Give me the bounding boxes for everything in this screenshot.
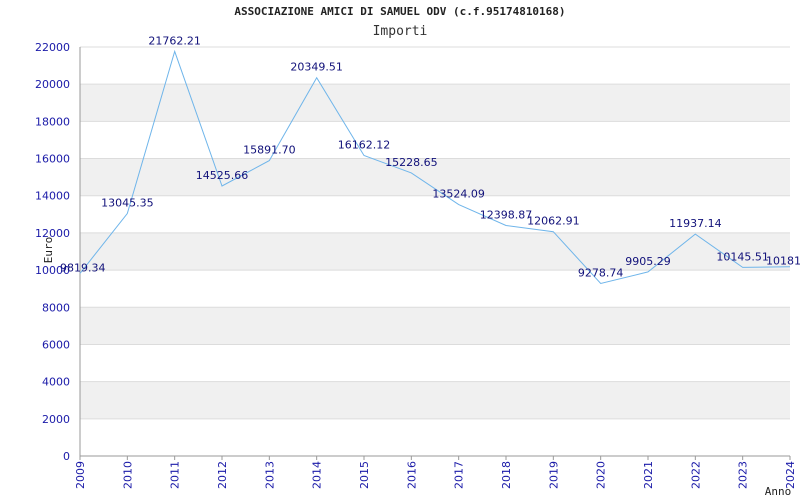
y-tick-label: 14000 — [35, 190, 70, 203]
grid-band — [80, 381, 790, 419]
x-tick-label: 2023 — [737, 461, 750, 489]
x-tick-label: 2016 — [405, 461, 418, 489]
data-label: 15228.65 — [385, 156, 438, 169]
data-label: 9819.34 — [60, 261, 106, 274]
x-tick-label: 2021 — [642, 461, 655, 489]
data-label: 15891.70 — [243, 144, 296, 157]
x-tick-label: 2014 — [311, 461, 324, 489]
x-tick-labels: 2009 2010 2011 2012 2013 2014 2015 2016 2017 2018… — [74, 461, 797, 489]
y-tick-label: 4000 — [42, 376, 70, 389]
data-label: 12062.91 — [527, 215, 580, 228]
grid-band — [80, 307, 790, 345]
data-label: 14525.66 — [196, 169, 249, 182]
line-chart: 0200040006000800010000120001400016000180… — [35, 34, 800, 498]
data-label: 13045.35 — [101, 196, 154, 209]
data-label: 12398.87 — [480, 208, 533, 221]
x-tick-label: 2013 — [263, 461, 276, 489]
grid-bands — [80, 84, 790, 419]
y-tick-label: 18000 — [35, 115, 70, 128]
y-tick-label: 20000 — [35, 78, 70, 91]
x-tick-label: 2015 — [358, 461, 371, 489]
y-tick-label: 16000 — [35, 153, 70, 166]
x-tick-label: 2017 — [453, 461, 466, 489]
data-label: 9278.74 — [578, 266, 624, 279]
y-tick-label: 22000 — [35, 41, 70, 54]
x-tick-label: 2019 — [547, 461, 560, 489]
data-label: 16162.12 — [338, 139, 391, 152]
x-axis-title: Anno — [765, 485, 792, 498]
x-tick-label: 2018 — [500, 461, 513, 489]
y-tick-label: 2000 — [42, 413, 70, 426]
y-axis-title: Euro — [42, 237, 55, 264]
data-label: 20349.51 — [290, 61, 343, 74]
data-label: 21762.21 — [148, 34, 201, 47]
x-tick-label: 2012 — [216, 461, 229, 489]
x-tick-label: 2011 — [169, 461, 182, 489]
data-label: 11937.14 — [669, 217, 722, 230]
y-tick-label: 8000 — [42, 301, 70, 314]
data-label: 9905.29 — [625, 255, 671, 268]
x-tick-label: 2010 — [121, 461, 134, 489]
x-tick-label: 2020 — [595, 461, 608, 489]
grid-band — [80, 84, 790, 122]
data-label: 10181.0 — [766, 255, 800, 268]
y-tick-label: 6000 — [42, 338, 70, 351]
x-tick-label: 2022 — [689, 461, 702, 489]
x-tick-label: 2009 — [74, 461, 87, 489]
grid-band — [80, 232, 790, 271]
y-tick-label: 0 — [63, 450, 70, 463]
data-label: 13524.09 — [432, 188, 485, 201]
data-label: 10145.51 — [716, 250, 769, 263]
